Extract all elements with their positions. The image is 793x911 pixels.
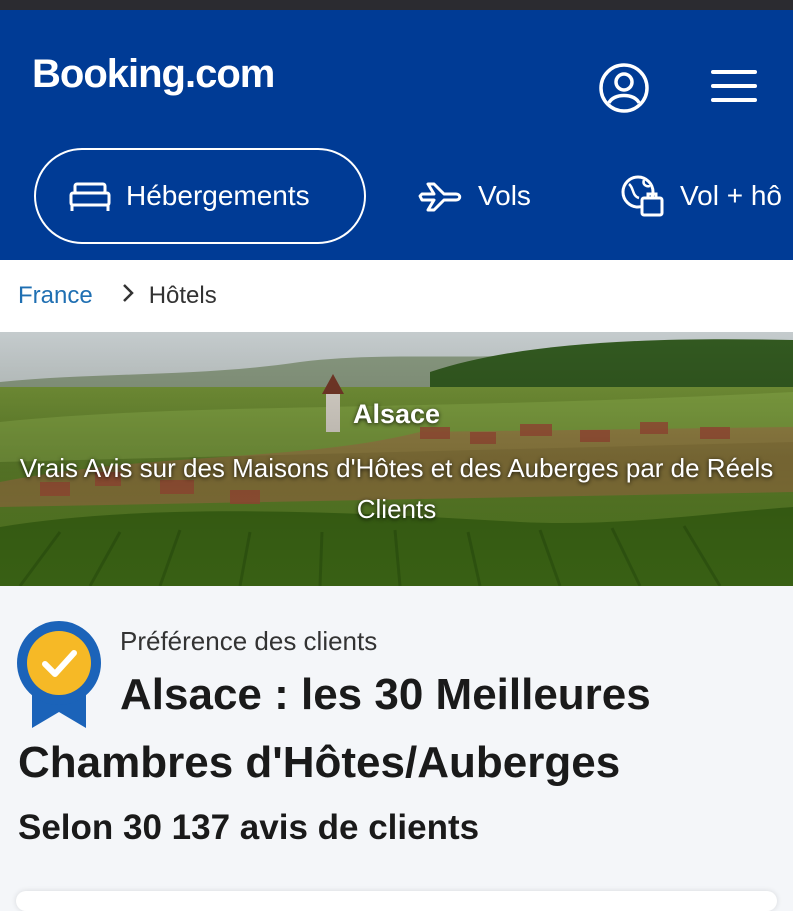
menu-button[interactable] (711, 68, 757, 104)
listing-card[interactable] (16, 891, 777, 911)
page-title-line-2: Chambres d'Hôtes/Auberges (18, 738, 621, 787)
tab-flights[interactable]: Vols (418, 148, 531, 244)
breadcrumb-link-france[interactable]: France (18, 282, 93, 310)
tab-flights-label: Vols (478, 180, 531, 211)
site-header: Booking.com Hébergements Vols Vol + hô (0, 10, 793, 260)
tab-flight-hotel[interactable]: Vol + hô (620, 148, 782, 244)
reviews-count-subtitle: Selon 30 137 avis de clients (18, 808, 480, 847)
product-tabs: Hébergements Vols Vol + hô (0, 148, 793, 244)
page-title-line-1: Alsace : les 30 Meilleures (120, 670, 651, 719)
hero-title: Alsace (352, 399, 441, 429)
account-button[interactable] (598, 62, 650, 114)
booking-logo[interactable]: Booking.com (32, 52, 275, 97)
tab-flight-hotel-label: Vol + hô (680, 180, 782, 211)
hero-banner: Alsace Vrais Avis sur des Maisons d'Hôte… (0, 332, 793, 586)
user-circle-icon (599, 63, 649, 113)
breadcrumb-current: Hôtels (148, 282, 217, 309)
award-badge-icon (16, 620, 102, 728)
tab-stays-label: Hébergements (126, 180, 310, 211)
globe-suitcase-icon (620, 174, 666, 218)
breadcrumb: France Hôtels (0, 260, 793, 332)
hamburger-menu-icon (711, 70, 757, 74)
bed-icon (68, 179, 112, 213)
plane-icon (418, 179, 464, 213)
hero-subtitle: Vrais Avis sur des Maisons d'Hôtes et de… (19, 453, 774, 524)
tab-stays[interactable]: Hébergements (34, 148, 366, 244)
eyebrow-label: Préférence des clients (120, 626, 378, 656)
status-strip (0, 0, 793, 10)
chevron-right-icon (121, 282, 135, 310)
main-content: Préférence des clients Alsace : les 30 M… (0, 586, 793, 911)
